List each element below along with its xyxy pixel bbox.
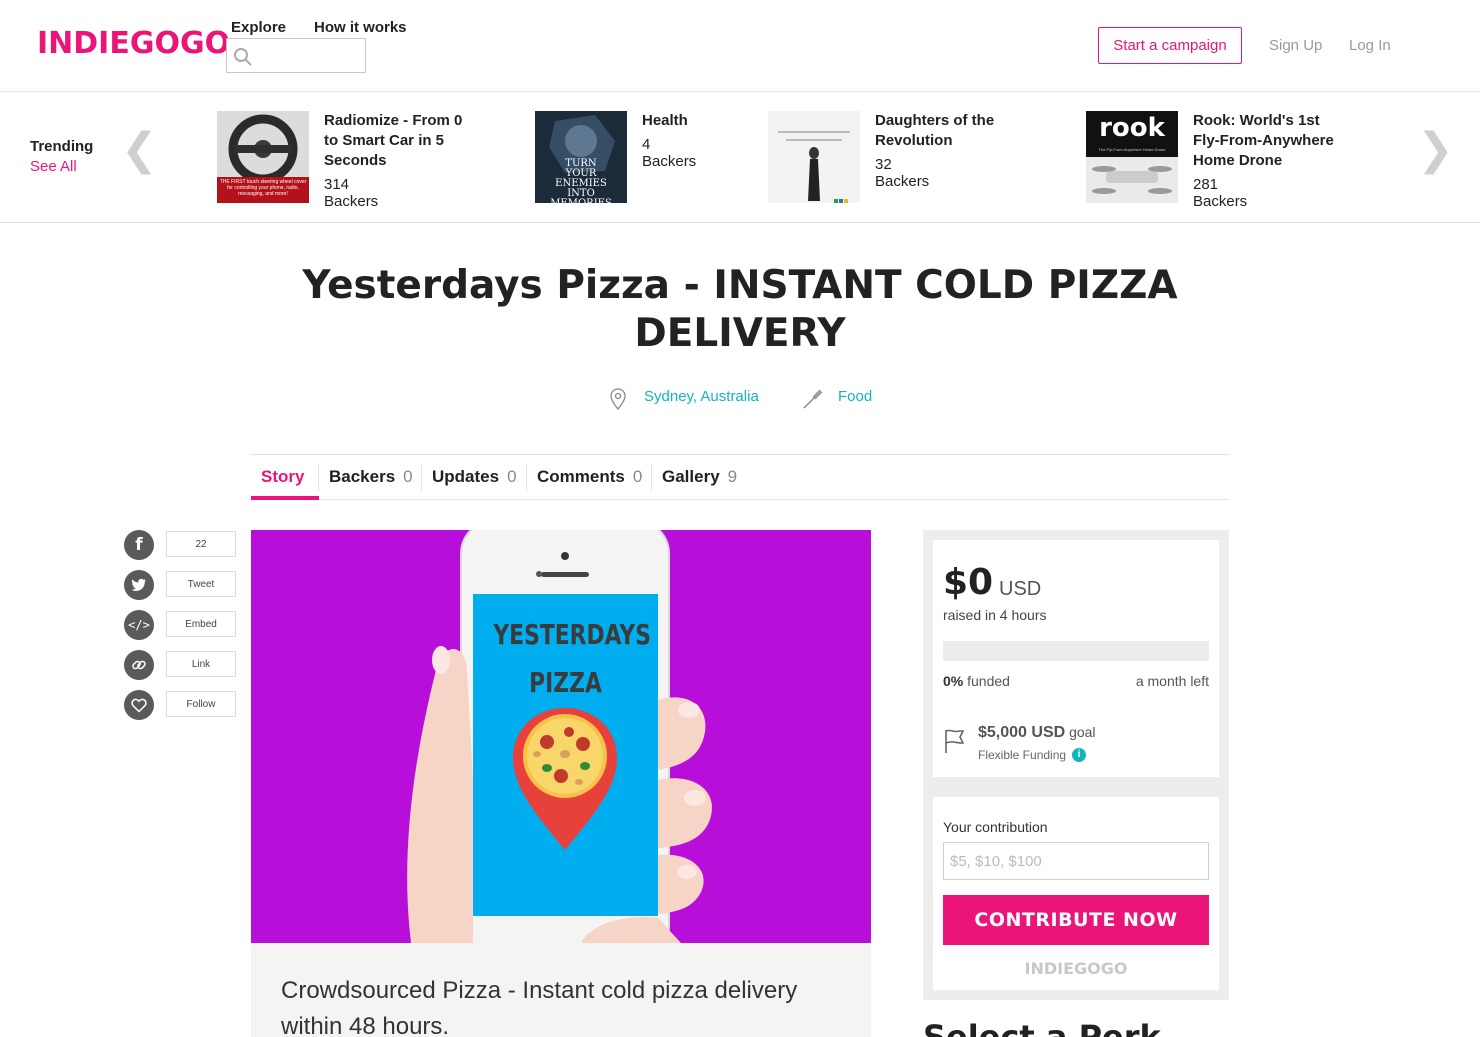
fork-icon [803, 389, 823, 409]
trending-item-backers: 314 Backers [324, 176, 379, 210]
tab-divider [318, 465, 319, 491]
indiegogo-logo[interactable]: INDIEGOGO [37, 26, 230, 61]
contribute-now-button[interactable]: CONTRIBUTE NOW [943, 895, 1209, 945]
perks-heading: Select a Perk [923, 1018, 1161, 1037]
search-box[interactable] [226, 38, 366, 73]
facebook-icon[interactable]: f [124, 530, 154, 560]
goal-amount: $5,000 USD [978, 724, 1066, 741]
thumbnail-caption: THE FIRST touch steering wheel cover for… [219, 179, 307, 197]
indiegogo-footer-logo: INDIEGOGO [1024, 959, 1128, 978]
tagline-section: Crowdsourced Pizza - Instant cold pizza … [251, 943, 871, 1037]
tab-label: Gallery [662, 467, 720, 486]
tab-count: 0 [632, 467, 643, 486]
percent-value: 0% [943, 673, 964, 689]
raised-text: raised in 4 hours [943, 607, 1047, 623]
location-pin-icon [610, 388, 626, 410]
trending-bar: Trending See All ❮ ❯ THE FIRST touch ste… [0, 92, 1480, 223]
tab-story[interactable]: Story [261, 467, 304, 487]
funding-sidebar: $0 USD raised in 4 hours 0% funded a mon… [923, 530, 1229, 1000]
nav-how-it-works[interactable]: How it works [314, 19, 407, 36]
funding-type: Flexible Funding i [978, 748, 1087, 762]
contribution-label: Your contribution [943, 819, 1048, 835]
link-button[interactable]: Link [166, 651, 236, 677]
log-in-link[interactable]: Log In [1349, 37, 1391, 54]
tab-comments[interactable]: Comments 0 [537, 467, 642, 487]
see-all-link[interactable]: See All [30, 158, 77, 175]
tab-gallery[interactable]: Gallery 9 [662, 467, 737, 487]
active-tab-indicator [251, 496, 319, 500]
funded-label: funded [967, 673, 1010, 689]
trending-thumbnail[interactable]: THE FIRST touch steering wheel cover for… [217, 111, 309, 203]
campaign-tagline: Crowdsourced Pizza - Instant cold pizza … [281, 977, 798, 1037]
campaign-title: Yesterdays Pizza - INSTANT COLD PIZZA DE… [302, 263, 1178, 356]
trending-item-name[interactable]: Daughters of the Revolution [875, 111, 1025, 151]
trending-item-backers: 4 Backers [642, 136, 697, 170]
funding-card: $0 USD raised in 4 hours 0% funded a mon… [933, 540, 1219, 777]
tab-count: 9 [727, 467, 738, 486]
flag-icon [945, 729, 965, 753]
search-icon [234, 48, 252, 66]
chevron-right-icon[interactable]: ❯ [1417, 128, 1454, 172]
tab-label: Story [261, 467, 305, 486]
twitter-icon[interactable] [124, 570, 154, 600]
funding-goal: $5,000 USD goal [978, 724, 1096, 742]
tab-divider [526, 465, 527, 491]
thumbnail-caption: TURN YOUR ENEMIES INTO MEMORIES [550, 158, 612, 204]
contribution-card: Your contribution CONTRIBUTE NOW INDIEGO… [933, 797, 1219, 990]
contribution-input[interactable] [943, 842, 1209, 880]
tab-divider [421, 465, 422, 491]
campaign-location[interactable]: Sydney, Australia [644, 388, 759, 405]
facebook-share-count[interactable]: 22 [166, 531, 236, 557]
embed-icon[interactable]: </> [124, 610, 154, 640]
thumbnail-caption: The Fly-From-Anywhere Home Drone [1098, 147, 1166, 152]
funded-percent: 0% funded [943, 673, 1010, 689]
info-icon[interactable]: i [1072, 748, 1087, 762]
tab-count: 0 [403, 467, 413, 486]
tab-label: Updates [432, 467, 500, 486]
trending-title: Trending [30, 138, 94, 155]
hero-text: PIZZA [529, 666, 602, 699]
tab-updates[interactable]: Updates 0 [432, 467, 517, 487]
campaign-tabs: Story Backers 0 Updates 0 Comments 0 Galler… [251, 454, 1229, 500]
thumbnail-caption: rook [1099, 113, 1165, 143]
time-left: a month left [1135, 673, 1209, 689]
tab-label: Comments [537, 467, 625, 486]
campaign-hero-image[interactable]: YESTERDAYS PIZZA [251, 530, 871, 943]
raised-currency: USD [999, 578, 1042, 600]
start-campaign-button[interactable]: Start a campaign [1098, 27, 1242, 64]
tab-backers[interactable]: Backers 0 [329, 467, 413, 487]
tab-count: 0 [507, 467, 517, 486]
tweet-button[interactable]: Tweet [166, 571, 236, 597]
site-header: INDIEGOGO Explore How it works Start a c… [0, 0, 1480, 92]
search-input[interactable] [255, 43, 361, 68]
campaign-category[interactable]: Food [838, 388, 872, 405]
trending-item-backers: 281 Backers [1193, 176, 1248, 210]
tab-divider [651, 465, 652, 491]
nav-explore[interactable]: Explore [231, 19, 286, 36]
funding-type-label: Flexible Funding [978, 748, 1067, 762]
trending-thumbnail[interactable]: rook The Fly-From-Anywhere Home Drone [1086, 111, 1178, 203]
chevron-left-icon[interactable]: ❮ [121, 128, 158, 172]
raised-amount: $0 [943, 562, 994, 603]
sign-up-link[interactable]: Sign Up [1269, 37, 1322, 54]
trending-item-name[interactable]: Radiomize - From 0 to Smart Car in 5 Sec… [324, 111, 464, 171]
trending-item-name[interactable]: Rook: World's 1st Fly-From-Anywhere Home… [1193, 111, 1343, 171]
hero-text: YESTERDAYS [493, 618, 651, 651]
trending-thumbnail[interactable] [768, 111, 860, 203]
embed-button[interactable]: Embed [166, 611, 236, 637]
trending-item-backers: 32 Backers [875, 156, 930, 190]
link-icon[interactable] [124, 650, 154, 680]
heart-icon[interactable] [124, 690, 154, 720]
tab-label: Backers [329, 467, 396, 486]
funding-progress-bar [943, 641, 1209, 661]
follow-button[interactable]: Follow [166, 691, 236, 717]
trending-thumbnail[interactable]: TURN YOUR ENEMIES INTO MEMORIES [535, 111, 627, 203]
goal-label: goal [1069, 724, 1096, 740]
